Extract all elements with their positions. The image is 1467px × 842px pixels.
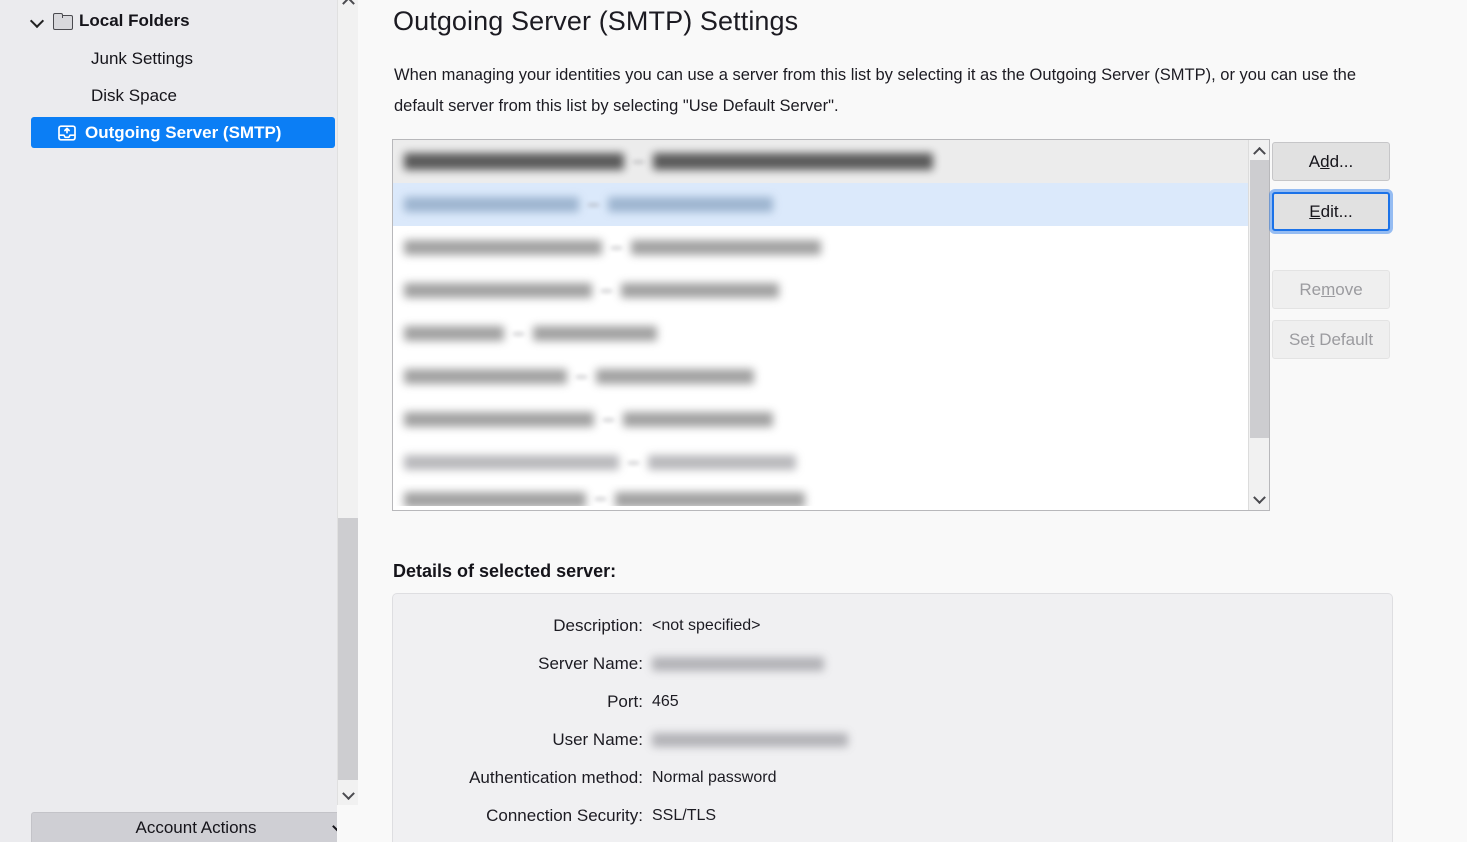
redacted-text <box>648 455 796 470</box>
list-item[interactable] <box>393 441 1249 484</box>
sidebar-item-local-folders[interactable]: Local Folders <box>31 5 331 36</box>
detail-row-connection-security: Connection Security: SSL/TLS <box>393 806 1392 828</box>
redacted-text <box>533 326 657 341</box>
detail-label: Server Name: <box>538 654 643 673</box>
detail-value: 465 <box>652 693 679 710</box>
details-heading: Details of selected server: <box>393 561 617 581</box>
redacted-text <box>404 455 619 470</box>
smtp-server-list[interactable] <box>392 139 1270 511</box>
separator <box>576 375 587 378</box>
page-title: Outgoing Server (SMTP) Settings <box>393 6 799 36</box>
scroll-up-button[interactable] <box>338 0 358 10</box>
set-default-button[interactable]: Set Default Set Default <box>1272 320 1390 359</box>
remove-button[interactable]: Remove Remove <box>1272 270 1390 309</box>
list-item[interactable] <box>393 183 1249 226</box>
intro-description: When managing your identities you can us… <box>394 66 1357 115</box>
sidebar-item-junk-settings[interactable]: Junk Settings <box>31 43 335 74</box>
list-item[interactable] <box>393 484 1249 506</box>
redacted-text <box>623 412 773 427</box>
outgoing-server-icon <box>57 124 77 142</box>
list-item[interactable] <box>393 269 1249 312</box>
list-item[interactable] <box>393 398 1249 441</box>
chevron-down-icon <box>341 787 355 801</box>
detail-value <box>652 655 824 673</box>
separator <box>588 203 599 206</box>
list-item[interactable] <box>393 226 1249 269</box>
detail-label: User Name: <box>552 730 643 749</box>
separator <box>595 498 606 500</box>
settings-window: Local Folders Junk Settings Disk Space O… <box>0 0 1467 842</box>
redacted-text <box>404 197 579 212</box>
sidebar-item-label: Outgoing Server (SMTP) <box>85 122 282 142</box>
chevron-down-icon <box>332 820 337 833</box>
separator <box>513 332 524 335</box>
scroll-down-button[interactable] <box>338 787 358 805</box>
list-item[interactable] <box>393 140 1249 183</box>
redacted-text <box>404 412 594 427</box>
chevron-down-icon <box>1252 490 1266 504</box>
server-details-panel: Description: <not specified> Server Name… <box>392 593 1393 842</box>
list-scroll-up-button[interactable] <box>1249 140 1269 160</box>
redacted-text <box>652 732 848 747</box>
accounts-sidebar: Local Folders Junk Settings Disk Space O… <box>0 0 337 842</box>
detail-label: Port: <box>607 692 643 711</box>
redacted-text <box>652 656 824 671</box>
redacted-text <box>404 283 592 298</box>
separator <box>603 418 614 421</box>
separator <box>611 246 622 249</box>
redacted-text <box>631 240 821 255</box>
sidebar-item-outgoing-server-smtp[interactable]: Outgoing Server (SMTP) <box>31 117 335 148</box>
detail-value: <not specified> <box>652 617 761 634</box>
redacted-text <box>404 240 602 255</box>
list-scrollbar[interactable] <box>1248 140 1269 510</box>
separator <box>628 461 639 464</box>
chevron-up-icon <box>1252 146 1266 160</box>
chevron-up-icon <box>341 0 355 10</box>
account-actions-label: Account Actions <box>135 817 257 837</box>
detail-row-description: Description: <not specified> <box>393 616 1392 638</box>
list-item[interactable] <box>393 355 1249 398</box>
separator <box>633 160 644 163</box>
redacted-text <box>404 369 567 384</box>
redacted-text <box>608 197 773 212</box>
edit-button[interactable]: Edit... Edit... <box>1272 192 1390 231</box>
folder-icon <box>53 12 73 30</box>
list-item[interactable] <box>393 312 1249 355</box>
separator <box>601 289 612 292</box>
detail-row-authentication-method: Authentication method: Normal password <box>393 768 1392 790</box>
detail-value: SSL/TLS <box>652 807 717 824</box>
redacted-text <box>404 492 586 506</box>
account-actions-button[interactable]: Account Actions <box>31 812 337 842</box>
detail-row-user-name: User Name: <box>393 730 1392 752</box>
redacted-text <box>596 369 754 384</box>
detail-value <box>652 731 848 749</box>
detail-label: Authentication method: <box>469 768 643 787</box>
detail-row-server-name: Server Name: <box>393 654 1392 676</box>
sidebar-item-label: Junk Settings <box>91 48 194 68</box>
detail-label: Description: <box>553 616 643 635</box>
detail-value: Normal password <box>652 769 777 786</box>
detail-label: Connection Security: <box>486 806 643 825</box>
add-button[interactable]: Add... Add... <box>1272 142 1390 181</box>
redacted-text <box>615 492 805 506</box>
chevron-down-icon[interactable] <box>31 14 45 28</box>
sidebar-item-label: Disk Space <box>91 85 177 105</box>
redacted-text <box>621 283 779 298</box>
redacted-text <box>404 153 624 170</box>
settings-main-pane: Outgoing Server (SMTP) Settings When man… <box>358 0 1467 842</box>
list-scroll-down-button[interactable] <box>1249 490 1269 510</box>
smtp-server-rows <box>393 140 1249 506</box>
list-scrollbar-thumb[interactable] <box>1250 160 1269 438</box>
detail-row-port: Port: 465 <box>393 692 1392 714</box>
redacted-text <box>653 153 933 170</box>
sidebar-item-disk-space[interactable]: Disk Space <box>31 80 335 111</box>
sidebar-item-label: Local Folders <box>79 10 190 30</box>
sidebar-scrollbar-thumb[interactable] <box>338 518 358 780</box>
redacted-text <box>404 326 504 341</box>
